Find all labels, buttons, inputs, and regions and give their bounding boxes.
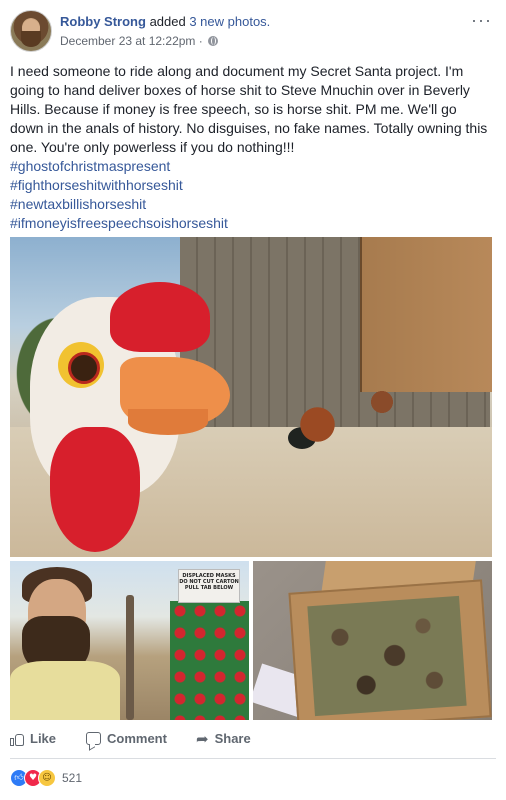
share-arrow-icon: ➦ <box>196 729 209 748</box>
comment-button[interactable]: Comment <box>86 731 167 746</box>
photo-chicken-mask[interactable] <box>10 237 492 557</box>
post-meta: December 23 at 12:22pm · <box>60 34 219 48</box>
divider <box>10 758 496 759</box>
chicken-mask-beak-lower <box>128 409 208 435</box>
post-body: I need someone to ride along and documen… <box>10 62 492 233</box>
photos-link[interactable]: 3 new photos. <box>189 14 270 29</box>
hashtag-link[interactable]: #ghostofchristmaspresent <box>10 157 492 176</box>
chicken-mask-comb <box>110 282 210 352</box>
like-button[interactable]: Like <box>10 731 56 746</box>
gift-wrapped-box <box>170 601 249 720</box>
rooster-small <box>365 387 399 417</box>
hashtag-link[interactable]: #ifmoneyisfreespeechsoishorseshit <box>10 214 492 233</box>
avatar-beard <box>21 31 41 47</box>
like-label: Like <box>30 731 57 746</box>
comment-bubble-icon <box>86 732 101 745</box>
box-label-line: PULL TAB BELOW <box>184 585 234 591</box>
plywood-door <box>360 237 492 392</box>
horse-manure <box>307 595 467 717</box>
photo-box-of-manure[interactable] <box>253 561 492 720</box>
post-actions: Like Comment ➦ Share <box>10 728 492 752</box>
chicken-mask-eye <box>68 352 100 384</box>
haha-reaction-icon: ☺ <box>38 769 56 787</box>
chicken-mask-wattle <box>50 427 140 552</box>
hashtag-link[interactable]: #newtaxbillishorseshit <box>10 195 492 214</box>
hashtag-link[interactable]: #fighthorseshitwithhorseshit <box>10 176 492 195</box>
thumbs-up-icon <box>10 732 24 746</box>
facebook-post: Robby Strong added 3 new photos. Decembe… <box>0 0 506 800</box>
globe-icon[interactable] <box>208 36 219 46</box>
meta-separator: · <box>198 34 203 48</box>
author-name-link[interactable]: Robby Strong <box>60 14 146 29</box>
author-line: Robby Strong added 3 new photos. <box>60 14 270 29</box>
author-avatar[interactable] <box>10 10 52 52</box>
share-label: Share <box>214 731 251 746</box>
post-header: Robby Strong added 3 new photos. Decembe… <box>10 10 496 54</box>
more-options-button[interactable]: ··· <box>471 10 492 31</box>
share-button[interactable]: ➦ Share <box>196 731 251 746</box>
reactions-summary[interactable]: 👍︎ ♥ ☺ 521 <box>10 769 82 787</box>
shovel <box>126 595 134 720</box>
post-timestamp[interactable]: December 23 at 12:22pm <box>60 34 195 48</box>
box-label: DISPLACED MASKS DO NOT CUT CARTON PULL T… <box>178 569 240 603</box>
rooster <box>295 402 345 447</box>
post-body-text: I need someone to ride along and documen… <box>10 63 488 155</box>
author-action-text: added <box>149 14 186 29</box>
photo-man-with-gift[interactable]: DISPLACED MASKS DO NOT CUT CARTON PULL T… <box>10 561 249 720</box>
comment-label: Comment <box>107 731 167 746</box>
man-shirt <box>10 661 120 720</box>
reaction-count[interactable]: 521 <box>62 771 82 785</box>
